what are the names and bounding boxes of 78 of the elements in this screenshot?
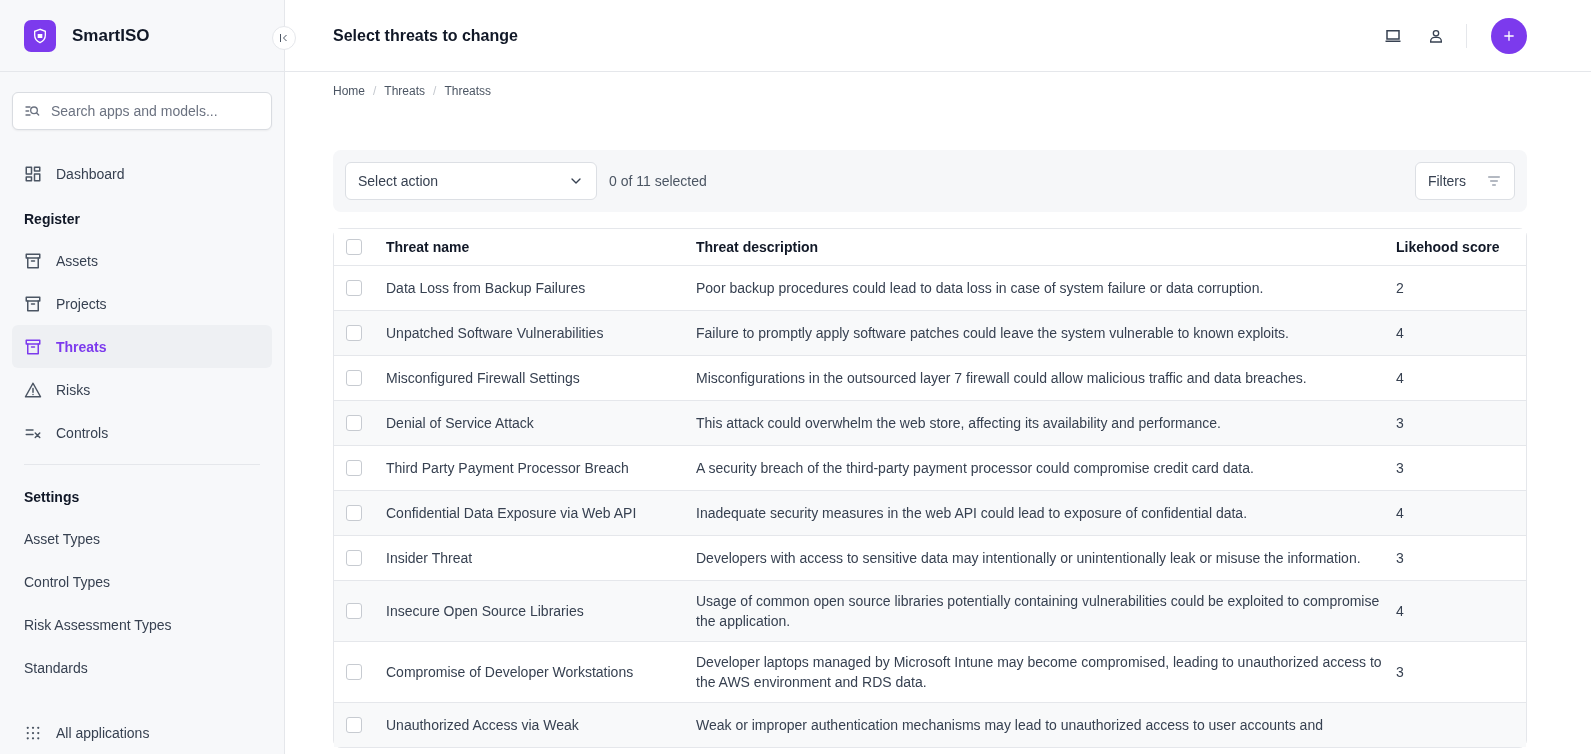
table-cell-text: Poor backup procedures could lead to data loss in case of system failure or data corruption. — [696, 279, 1265, 298]
nav-item[interactable]: Threats — [12, 325, 272, 368]
table-cell-text: 4 — [1396, 369, 1405, 388]
table-cell-text: 3 — [1396, 549, 1405, 568]
breadcrumb-separator: / — [433, 84, 437, 98]
checkbox[interactable] — [346, 239, 362, 255]
nav-item[interactable]: Assets — [12, 239, 272, 282]
table-cell-text: Weak or improper authentication mechanisms may lead to unauthorized access to user accounts and — [696, 716, 1324, 735]
table-cell-text: Insider Threat — [386, 549, 474, 568]
nav-item[interactable]: Projects — [12, 282, 272, 325]
filter-icon — [1486, 173, 1502, 189]
checkbox[interactable] — [346, 415, 362, 431]
table-cell-text: Misconfigured Firewall Settings — [386, 369, 581, 388]
selection-count: 0 of 11 selected — [609, 173, 708, 189]
table-cell-text: Confidential Data Exposure via Web API — [386, 504, 638, 523]
table-cell-text: Misconfigurations in the outsourced layer 7 firewall could allow malicious traffic and data breaches. — [696, 369, 1308, 388]
table-cell-text: Insecure Open Source Libraries — [386, 602, 585, 621]
checkbox[interactable] — [346, 664, 362, 680]
section-heading: Settings — [23, 488, 81, 507]
table-cell-text: Compromise of Developer Workstations — [386, 663, 635, 682]
table-cell-text: Developers with access to sensitive data may intentionally or unintentionally leak or misuse the information. — [696, 549, 1362, 568]
table-cell-text: 3 — [1396, 663, 1405, 682]
checkbox[interactable] — [346, 550, 362, 566]
collapse-icon — [278, 32, 290, 44]
table-cell-text: Denial of Service Attack — [386, 414, 535, 433]
collapse-sidebar-button[interactable] — [272, 26, 296, 50]
warning-icon — [24, 380, 42, 399]
archive-icon — [24, 337, 42, 356]
filters-button[interactable]: Filters — [1414, 162, 1515, 200]
checkbox[interactable] — [346, 280, 362, 296]
table-cell-text: Failure to promptly apply software patches could leave the system vulnerable to known exploits. — [696, 324, 1290, 343]
nav-item[interactable]: Risks — [12, 368, 272, 411]
shield-logo-icon — [24, 19, 56, 52]
nav-item[interactable]: Standards — [12, 646, 272, 689]
nav-item[interactable]: Dashboard — [12, 152, 272, 195]
brand-name: SmartISO — [72, 25, 150, 46]
breadcrumb-link[interactable]: Home — [333, 84, 365, 98]
search-icon — [24, 103, 40, 119]
table-cell-text: 4 — [1396, 602, 1405, 621]
nav-item[interactable]: Control Types — [12, 560, 272, 603]
breadcrumb-separator: / — [373, 84, 377, 98]
table-cell-text: Inadequate security measures in the web API could lead to exposure of confidential data. — [696, 504, 1249, 523]
checkbox[interactable] — [346, 603, 362, 619]
search-field[interactable]: Search apps and models... — [12, 92, 272, 130]
table-cell-text: 3 — [1396, 459, 1405, 478]
table-cell-text: 4 — [1396, 504, 1405, 523]
table-cell-text: Usage of common open source libraries potentially containing vulnerabilities could be exploited to compromise the application. — [696, 592, 1381, 631]
checkbox[interactable] — [346, 370, 362, 386]
table-cell-text: Developer laptops managed by Microsoft Intune may become compromised, leading to unauthorized access to the AWS environment and RDS data. — [696, 653, 1383, 692]
nav-item[interactable]: Controls — [12, 411, 272, 454]
table-cell-text: A security breach of the third-party payment processor could compromise credit card data. — [696, 459, 1255, 478]
column-header: Likehood score — [1396, 238, 1501, 257]
archive-icon — [24, 251, 42, 270]
breadcrumb-link[interactable]: Threats — [384, 84, 426, 98]
all-applications-link[interactable]: All applications — [12, 711, 272, 754]
column-header: Threat name — [386, 238, 471, 257]
table-cell-text: Unpatched Software Vulnerabilities — [386, 324, 605, 343]
action-select[interactable]: Select action — [345, 162, 597, 200]
nav-item[interactable]: Asset Types — [12, 517, 272, 560]
table-cell-text: Unauthorized Access via Weak — [386, 716, 580, 735]
archive-icon — [24, 294, 42, 313]
table-cell-text: This attack could overwhelm the web store, affecting its availability and performance. — [696, 414, 1222, 433]
grid-icon — [24, 164, 42, 183]
table-cell-text: Third Party Payment Processor Breach — [386, 459, 630, 478]
nav-item[interactable]: Risk Assessment Types — [12, 603, 272, 646]
breadcrumb-link[interactable]: Threatss — [444, 84, 492, 98]
checkbox[interactable] — [346, 325, 362, 341]
page-title: Select threats to change — [333, 26, 519, 45]
table-cell-text: Data Loss from Backup Failures — [386, 279, 587, 298]
add-button[interactable] — [1491, 17, 1527, 54]
checkbox[interactable] — [346, 717, 362, 733]
checkbox[interactable] — [346, 460, 362, 476]
table-cell-text: 3 — [1396, 414, 1405, 433]
checkbox[interactable] — [346, 505, 362, 521]
table-cell-text: 2 — [1396, 279, 1405, 298]
column-header: Threat description — [696, 238, 820, 257]
section-heading: Register — [23, 210, 82, 229]
table-cell-text: 4 — [1396, 324, 1405, 343]
